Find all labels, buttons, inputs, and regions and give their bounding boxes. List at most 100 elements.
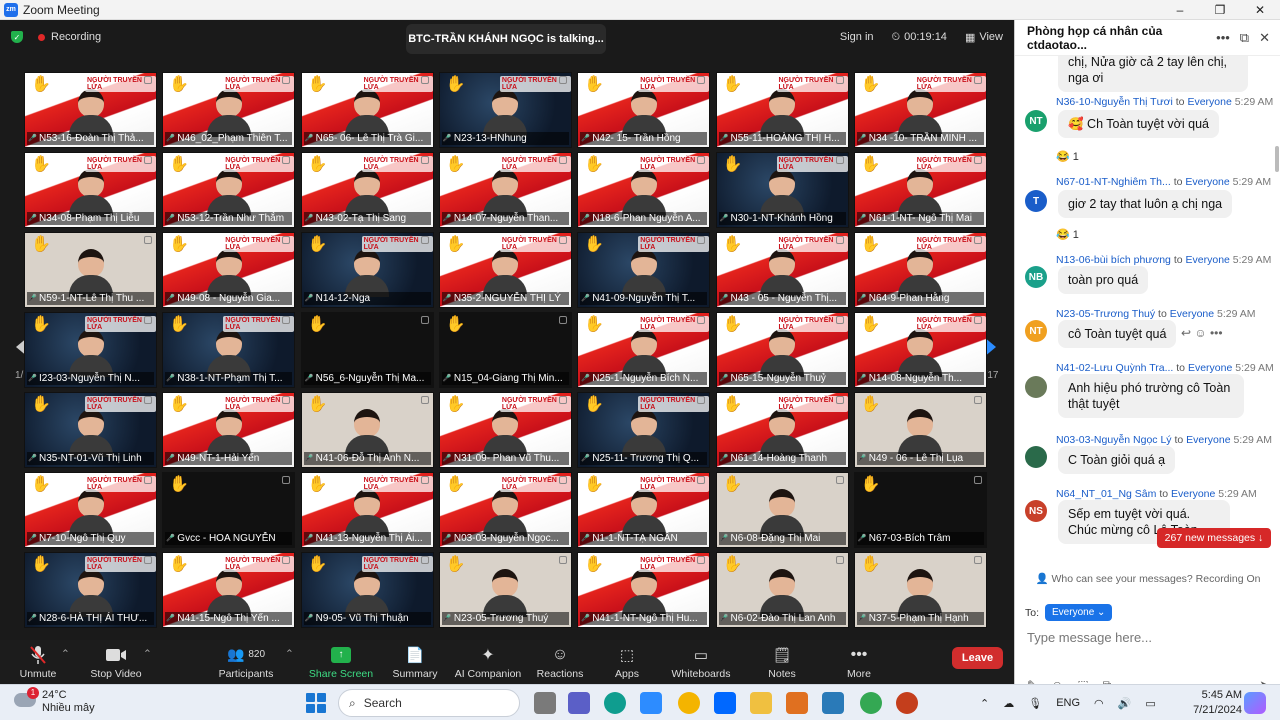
tile-options-icon[interactable] <box>282 236 291 244</box>
participant-tile[interactable]: NGƯỜI TRUYỀN LỬA✋N34 -10- TRẦN MINH ... <box>853 72 987 148</box>
message-actions-icon[interactable]: ↩ ☺ ••• <box>1181 326 1223 340</box>
tile-options-icon[interactable] <box>558 396 567 404</box>
participant-tile[interactable]: ✋ Gvcc - HOA NGUYỄN <box>162 472 296 548</box>
participant-tile[interactable]: NGƯỜI TRUYỀN LỬA✋N55-11-HOÀNG THỊ H... <box>715 72 849 148</box>
participant-tile[interactable]: NGƯỜI TRUYỀN LỬA✋I23-03-Nguyễn Thị N... <box>24 312 157 388</box>
participant-tile[interactable]: NGƯỜI TRUYỀN LỬA✋N65-15-Nguyễn Thuỷ <box>715 312 849 388</box>
paint-icon[interactable] <box>822 692 844 714</box>
whiteboards-button[interactable]: ▭ Whiteboards <box>668 640 734 684</box>
unmute-button[interactable]: Unmute <box>18 640 58 684</box>
sender-name[interactable]: N41-02-Lưu Quỳnh Tra... <box>1056 362 1173 374</box>
audio-options-chevron-icon[interactable]: ⌃ <box>61 648 70 660</box>
tile-options-icon[interactable] <box>144 76 152 84</box>
participants-button[interactable]: 👥 820 Participants <box>216 640 276 684</box>
notes-button[interactable]: 🗒 Notes <box>760 640 804 684</box>
tile-options-icon[interactable] <box>835 316 844 324</box>
battery-icon[interactable]: ▭ <box>1145 697 1155 710</box>
ai-companion-button[interactable]: ✦ AI Companion <box>453 640 523 684</box>
tile-options-icon[interactable] <box>282 556 291 564</box>
chat-more-icon[interactable]: ••• <box>1216 30 1230 46</box>
participant-tile[interactable]: ✋ N15_04-Giang Thị Min... <box>438 312 572 388</box>
reaction-badge[interactable]: 😂 1 <box>1056 228 1079 241</box>
participant-tile[interactable]: NGƯỜI TRUYỀN LỬA✋N41-09-Nguyễn Thị T... <box>577 232 711 308</box>
reactions-button[interactable]: ☺ Reactions <box>535 640 585 684</box>
tile-options-icon[interactable] <box>835 76 844 84</box>
participant-tile[interactable]: NGƯỜI TRUYỀN LỬA✋N61-1-NT- Ngô Thị Mai <box>853 152 987 228</box>
participant-tile[interactable]: NGƯỜI TRUYỀN LỬA✋N03-03-Nguyễn Ngọc... <box>438 472 572 548</box>
apps-button[interactable]: ⬚ Apps <box>607 640 647 684</box>
zoom-taskbar-icon[interactable] <box>640 692 662 714</box>
tile-options-icon[interactable] <box>697 556 706 564</box>
popout-icon[interactable]: ⧉ <box>1240 30 1249 46</box>
participant-tile[interactable]: ✋ N49 - 06 - Lê Thị Lụa <box>853 392 987 468</box>
participant-tile[interactable]: NGƯỜI TRUYỀN LỬA✋N30-1-NT-Khánh Hồng <box>715 152 849 228</box>
teams-icon[interactable] <box>568 692 590 714</box>
participant-tile[interactable]: NGƯỜI TRUYỀN LỬA✋N49-08 - Nguyễn Gia... <box>162 232 296 308</box>
participant-tile[interactable]: NGƯỜI TRUYỀN LỬA✋N9-05- Vũ Thị Thuận <box>300 552 434 628</box>
tile-options-icon[interactable] <box>697 316 706 324</box>
participant-tile[interactable]: ✋ N56_6-Nguyễn Thị Ma... <box>300 312 434 388</box>
leave-button[interactable]: Leave <box>952 647 1003 669</box>
tile-options-icon[interactable] <box>420 236 429 244</box>
tile-options-icon[interactable] <box>558 556 567 564</box>
participant-tile[interactable]: NGƯỜI TRUYỀN LỬA✋N42- 15- Trần Hồng <box>577 72 711 148</box>
tile-options-icon[interactable] <box>558 236 567 244</box>
participant-tile[interactable]: NGƯỜI TRUYỀN LỬA✋N43 - 05 - Nguyễn Thị..… <box>715 232 849 308</box>
participant-tile[interactable]: NGƯỜI TRUYỀN LỬA✋N1-1-NT-TẠ NGÂN <box>577 472 711 548</box>
wifi-icon[interactable]: ◠ <box>1094 697 1104 710</box>
tile-options-icon[interactable] <box>420 556 429 564</box>
tile-options-icon[interactable] <box>697 76 706 84</box>
participants-chevron-icon[interactable]: ⌃ <box>285 648 294 660</box>
tile-options-icon[interactable] <box>973 556 982 564</box>
tile-options-icon[interactable] <box>558 156 567 164</box>
tile-options-icon[interactable] <box>420 476 429 484</box>
participant-tile[interactable]: NGƯỜI TRUYỀN LỬA✋N35-2-NGUYỄN THỊ LÝ <box>438 232 572 308</box>
tile-options-icon[interactable] <box>697 476 706 484</box>
tile-options-icon[interactable] <box>282 156 291 164</box>
tile-options-icon[interactable] <box>697 236 706 244</box>
tile-options-icon[interactable] <box>973 476 982 484</box>
participant-tile[interactable]: NGƯỜI TRUYỀN LỬA✋N61-14-Hoàng Thanh <box>715 392 849 468</box>
participant-tile[interactable]: NGƯỜI TRUYỀN LỬA✋N49-NT-1-Hải Yến <box>162 392 296 468</box>
tile-options-icon[interactable] <box>420 316 429 324</box>
participant-tile[interactable]: NGƯỜI TRUYỀN LỬA✋N35-NT-01-Vũ Thị Linh <box>24 392 157 468</box>
tile-options-icon[interactable] <box>697 156 706 164</box>
windows-start-icon[interactable] <box>306 693 326 713</box>
participant-tile[interactable]: NGƯỜI TRUYỀN LỬA✋N41-1-NT-Ngô Thị Hu... <box>577 552 711 628</box>
sender-name[interactable]: N67-01-NT-Nghiêm Th... <box>1056 176 1171 188</box>
view-button[interactable]: ▦ View <box>965 31 1003 44</box>
sender-name[interactable]: N23-05-Trương Thuý <box>1056 308 1155 320</box>
participant-tile[interactable]: NGƯỜI TRUYỀN LỬA✋N43-02-Tạ Thị Sang <box>300 152 434 228</box>
participant-tile[interactable]: ✋ N6-08-Đặng Thị Mai <box>715 472 849 548</box>
tile-options-icon[interactable] <box>835 476 844 484</box>
browser-icon[interactable] <box>860 692 882 714</box>
task-view-icon[interactable] <box>534 692 556 714</box>
tile-options-icon[interactable] <box>282 76 291 84</box>
tile-options-icon[interactable] <box>973 156 982 164</box>
taskbar-clock[interactable]: 5:45 AM 7/21/2024 <box>1190 688 1242 718</box>
share-screen-button[interactable]: ↑ Share Screen <box>308 640 374 684</box>
participant-tile[interactable]: NGƯỜI TRUYỀN LỬA✋N64-9-Phan Hằng <box>853 232 987 308</box>
summary-button[interactable]: 📄 Summary <box>390 640 440 684</box>
recipient-select[interactable]: Everyone ⌄ <box>1045 604 1113 621</box>
sender-name[interactable]: N13-06-bùi bích phương <box>1056 254 1171 266</box>
volume-icon[interactable]: 🔊 <box>1118 697 1132 710</box>
tile-options-icon[interactable] <box>420 396 429 404</box>
participant-tile[interactable]: NGƯỜI TRUYỀN LỬA✋N23-13-HNhung <box>438 72 572 148</box>
tile-options-icon[interactable] <box>558 76 567 84</box>
participant-tile[interactable]: NGƯỜI TRUYỀN LỬA✋N31-09- Phan Vũ Thu... <box>438 392 572 468</box>
participant-tile[interactable]: NGƯỜI TRUYỀN LỬA✋N25-11- Trương Thị Q... <box>577 392 711 468</box>
tile-options-icon[interactable] <box>144 476 152 484</box>
participant-tile[interactable]: ✋ N59-1-NT-Lê Thị Thu ... <box>24 232 157 308</box>
participant-tile[interactable]: NGƯỜI TRUYỀN LỬA✋N18-6-Phan Nguyễn A... <box>577 152 711 228</box>
tile-options-icon[interactable] <box>144 316 152 324</box>
network-cloud-icon[interactable]: ☁ <box>1003 697 1014 710</box>
tile-options-icon[interactable] <box>282 316 291 324</box>
tile-options-icon[interactable] <box>144 236 152 244</box>
chrome-icon[interactable] <box>678 692 700 714</box>
tile-options-icon[interactable] <box>144 156 152 164</box>
tile-options-icon[interactable] <box>558 476 567 484</box>
minimize-button[interactable]: – <box>1160 0 1200 20</box>
tile-options-icon[interactable] <box>835 556 844 564</box>
participant-tile[interactable]: NGƯỜI TRUYỀN LỬA✋N14-08-Nguyễn Th... <box>853 312 987 388</box>
